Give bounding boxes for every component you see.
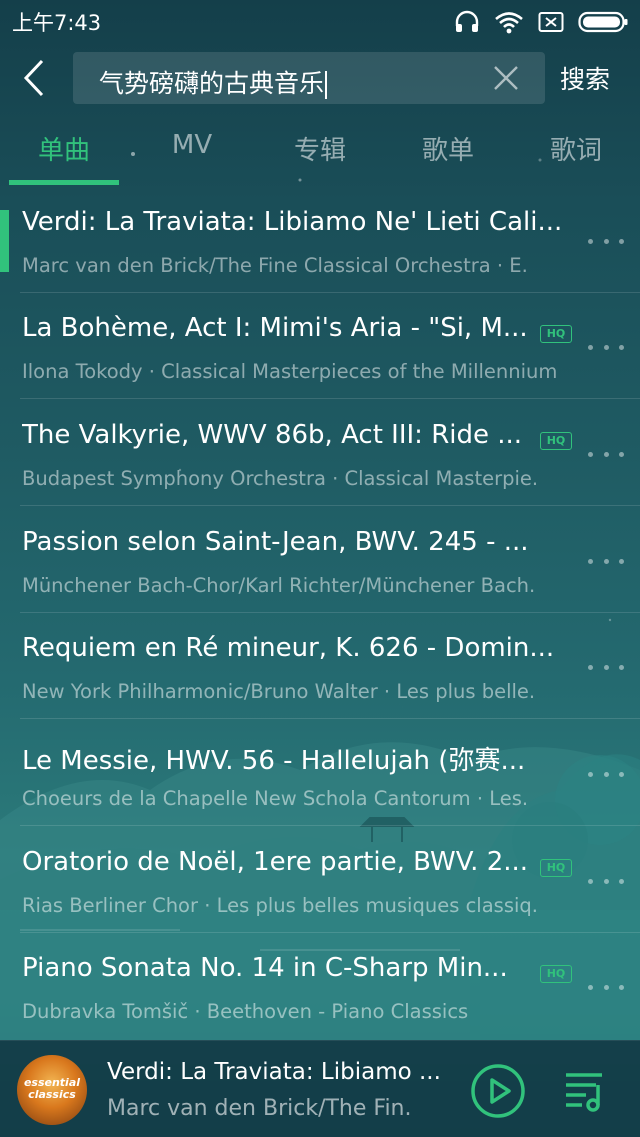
more-options-button[interactable] [588,553,624,569]
back-button[interactable] [14,56,54,100]
status-icons [454,10,628,34]
more-dot [588,878,593,884]
hq-badge: HQ [540,432,572,450]
more-dot [603,344,609,350]
divider [20,398,640,399]
song-row[interactable]: Piano Sonata No. 14 in C-Sharp Min... HQ… [0,933,640,1039]
text-caret [325,71,328,99]
song-row[interactable]: Oratorio de Noël, 1ere partie, BWV. 2...… [0,827,640,933]
clear-button[interactable] [493,65,519,91]
more-dot [588,771,593,777]
tab-bar: 单曲 MV 专辑 歌单 歌词 [0,118,640,186]
more-options-button[interactable] [588,659,624,675]
song-row[interactable]: The Valkyrie, WWV 86b, Act III: Ride ...… [0,400,640,506]
sim-icon [538,12,564,32]
more-dot [603,771,609,777]
more-options-button[interactable] [588,979,624,995]
album-cover[interactable]: essential classics [17,1055,87,1125]
song-row[interactable]: Passion selon Saint-Jean, BWV. 245 - ...… [0,507,640,613]
more-dot [619,771,624,777]
song-row[interactable]: Le Messie, HWV. 56 - Hallelujah (弥赛... C… [0,720,640,826]
search-query: 气势磅礴的古典音乐 [99,69,325,98]
tab-single[interactable]: 单曲 [0,130,128,167]
more-dot [588,664,593,670]
song-title: Le Messie, HWV. 56 - Hallelujah (弥赛... [22,746,526,776]
more-options-button[interactable] [588,873,624,889]
more-dot [588,344,593,350]
playlist-button[interactable] [562,1067,610,1115]
song-title: La Bohème, Act I: Mimi's Aria - "Si, M..… [22,313,528,343]
player-track-artist: Marc van den Brick/The Fin. [107,1096,412,1121]
song-title: Passion selon Saint-Jean, BWV. 245 - ... [22,527,529,557]
close-icon [494,66,518,90]
song-subtitle: New York Philharmonic/Bruno Walter · Les… [22,680,536,703]
tab-album[interactable]: 专辑 [256,130,384,167]
more-dot [619,558,624,564]
song-subtitle: Marc van den Brick/The Fine Classical Or… [22,254,528,277]
tab-lyrics[interactable]: 歌词 [512,130,640,167]
more-options-button[interactable] [588,446,624,462]
hq-badge: HQ [540,965,572,983]
more-dot [619,451,624,457]
search-input[interactable]: 气势磅礴的古典音乐 [73,52,545,104]
more-dot [588,451,593,457]
play-button[interactable] [470,1063,526,1119]
search-button[interactable]: 搜索 [560,60,610,96]
more-dot [603,878,609,884]
song-subtitle: Choeurs de la Chapelle New Schola Cantor… [22,787,529,810]
tab-playlist[interactable]: 歌单 [384,130,512,167]
more-dot [619,344,624,350]
song-subtitle: Rias Berliner Chor · Les plus belles mus… [22,894,538,917]
more-dot [588,238,593,244]
wifi-icon [495,12,523,34]
hq-badge: HQ [540,325,572,343]
divider [20,505,640,506]
playlist-icon [566,1073,602,1112]
tab-active-indicator [9,180,119,185]
more-dot [619,664,624,670]
headphones-icon [455,10,479,32]
chevron-left-icon [23,59,44,97]
status-bar: 上午7:43 [0,0,640,44]
hq-badge: HQ [540,859,572,877]
search-query-wrap: 气势磅礴的古典音乐 [99,64,328,100]
song-row[interactable]: La Bohème, Act I: Mimi's Aria - "Si, M..… [0,293,640,399]
song-row[interactable]: Requiem en Ré mineur, K. 626 - Domin... … [0,613,640,719]
song-title: Oratorio de Noël, 1ere partie, BWV. 2... [22,847,529,877]
more-dot [603,451,609,457]
more-options-button[interactable] [588,766,624,782]
song-subtitle: Münchener Bach-Chor/Karl Richter/München… [22,574,536,597]
now-playing-indicator [0,210,9,272]
more-dot [603,984,609,990]
status-time: 上午7:43 [12,11,102,35]
more-dot [619,238,624,244]
battery-icon [578,11,628,33]
song-title: Requiem en Ré mineur, K. 626 - Domin... [22,633,555,663]
more-dot [603,238,609,244]
mini-player[interactable]: essential classics Verdi: La Traviata: L… [0,1040,640,1137]
song-subtitle: Budapest Symphony Orchestra · Classical … [22,467,539,490]
more-options-button[interactable] [588,233,624,249]
album-cover-text: essential classics [23,1076,81,1101]
more-dot [588,984,593,990]
more-dot [619,984,624,990]
song-subtitle: Dubravka Tomšič · Beethoven - Piano Clas… [22,1000,469,1023]
player-track-title: Verdi: La Traviata: Libiamo ... [107,1059,441,1085]
tab-mv[interactable]: MV [128,130,256,160]
song-title: The Valkyrie, WWV 86b, Act III: Ride ... [22,420,523,450]
play-icon [471,1064,525,1118]
song-title: Piano Sonata No. 14 in C-Sharp Min... [22,953,508,983]
more-dot [619,878,624,884]
more-dot [603,558,609,564]
more-dot [588,558,593,564]
more-options-button[interactable] [588,339,624,355]
song-row[interactable]: Verdi: La Traviata: Libiamo Ne' Lieti Ca… [0,187,640,293]
more-dot [603,664,609,670]
search-header: 气势磅礴的古典音乐 搜索 [0,50,640,106]
divider [20,825,640,826]
divider [20,718,640,719]
song-title: Verdi: La Traviata: Libiamo Ne' Lieti Ca… [22,207,563,237]
song-subtitle: Ilona Tokody · Classical Masterpieces of… [22,360,558,383]
